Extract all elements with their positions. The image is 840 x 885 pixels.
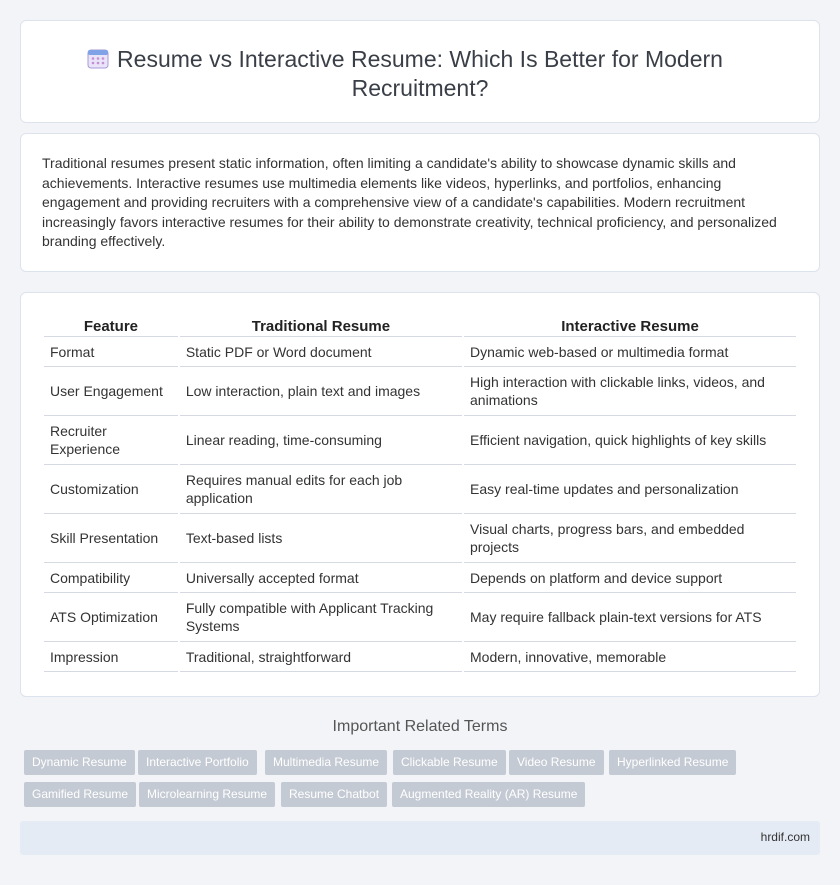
feature-cell: Customization	[44, 465, 178, 514]
feature-cell: ATS Optimization	[44, 593, 178, 642]
related-term-tag[interactable]: Hyperlinked Resume	[609, 750, 737, 775]
related-term-tag[interactable]: Clickable Resume	[393, 750, 506, 775]
table-row: Customization Requires manual edits for …	[44, 465, 796, 514]
traditional-cell: Low interaction, plain text and images	[179, 367, 463, 416]
traditional-cell: Text-based lists	[179, 514, 463, 563]
feature-cell: Recruiter Experience	[44, 416, 178, 465]
table-row: Recruiter Experience Linear reading, tim…	[44, 416, 796, 465]
related-term-tag[interactable]: Multimedia Resume	[265, 750, 388, 775]
footer: hrdif.com	[20, 821, 820, 855]
table-row: ATS Optimization Fully compatible with A…	[44, 593, 796, 642]
related-term-tag[interactable]: Microlearning Resume	[139, 782, 276, 807]
traditional-cell: Linear reading, time-consuming	[179, 416, 463, 465]
related-term-tag[interactable]: Gamified Resume	[24, 782, 137, 807]
table-row: Skill Presentation Text-based lists Visu…	[44, 514, 796, 563]
related-term-tag[interactable]: Video Resume	[509, 750, 604, 775]
feature-cell: Impression	[44, 642, 178, 672]
footer-site-link[interactable]: hrdif.com	[761, 830, 810, 844]
traditional-cell: Universally accepted format	[179, 563, 463, 593]
related-term-tag[interactable]: Interactive Portfolio	[138, 750, 257, 775]
traditional-cell: Static PDF or Word document	[179, 337, 463, 367]
interactive-cell: May require fallback plain-text versions…	[464, 593, 796, 642]
table-header-row: Feature Traditional Resume Interactive R…	[44, 315, 796, 337]
interactive-cell: Easy real-time updates and personalizati…	[464, 465, 796, 514]
feature-cell: Skill Presentation	[44, 514, 178, 563]
interactive-cell: Visual charts, progress bars, and embedd…	[464, 514, 796, 563]
summary-text: Traditional resumes present static infor…	[42, 155, 777, 250]
traditional-cell: Traditional, straightforward	[179, 642, 463, 672]
related-term-tag[interactable]: Dynamic Resume	[24, 750, 135, 775]
column-header-feature: Feature	[44, 315, 178, 337]
page-title: Resume vs Interactive Resume: Which Is B…	[117, 46, 723, 101]
feature-cell: User Engagement	[44, 367, 178, 416]
column-header-interactive: Interactive Resume	[464, 315, 796, 337]
interactive-cell: Depends on platform and device support	[464, 563, 796, 593]
table-row: Compatibility Universally accepted forma…	[44, 563, 796, 593]
table-row: Format Static PDF or Word document Dynam…	[44, 337, 796, 367]
summary-card: Traditional resumes present static infor…	[20, 133, 820, 272]
title-card: Resume vs Interactive Resume: Which Is B…	[20, 20, 820, 123]
traditional-cell: Fully compatible with Applicant Tracking…	[179, 593, 463, 642]
table-row: Impression Traditional, straightforward …	[44, 642, 796, 672]
column-header-traditional: Traditional Resume	[179, 315, 463, 337]
feature-cell: Format	[44, 337, 178, 367]
related-term-tag[interactable]: Resume Chatbot	[281, 782, 388, 807]
interactive-cell: High interaction with clickable links, v…	[464, 367, 796, 416]
related-term-tag[interactable]: Augmented Reality (AR) Resume	[392, 782, 586, 807]
table-row: User Engagement Low interaction, plain t…	[44, 367, 796, 416]
traditional-cell: Requires manual edits for each job appli…	[179, 465, 463, 514]
comparison-card: Feature Traditional Resume Interactive R…	[20, 292, 820, 697]
interactive-cell: Modern, innovative, memorable	[464, 642, 796, 672]
feature-cell: Compatibility	[44, 563, 178, 593]
interactive-cell: Dynamic web-based or multimedia format	[464, 337, 796, 367]
related-terms-heading: Important Related Terms	[332, 718, 508, 735]
comparison-table: Feature Traditional Resume Interactive R…	[42, 315, 798, 672]
interactive-cell: Efficient navigation, quick highlights o…	[464, 416, 796, 465]
